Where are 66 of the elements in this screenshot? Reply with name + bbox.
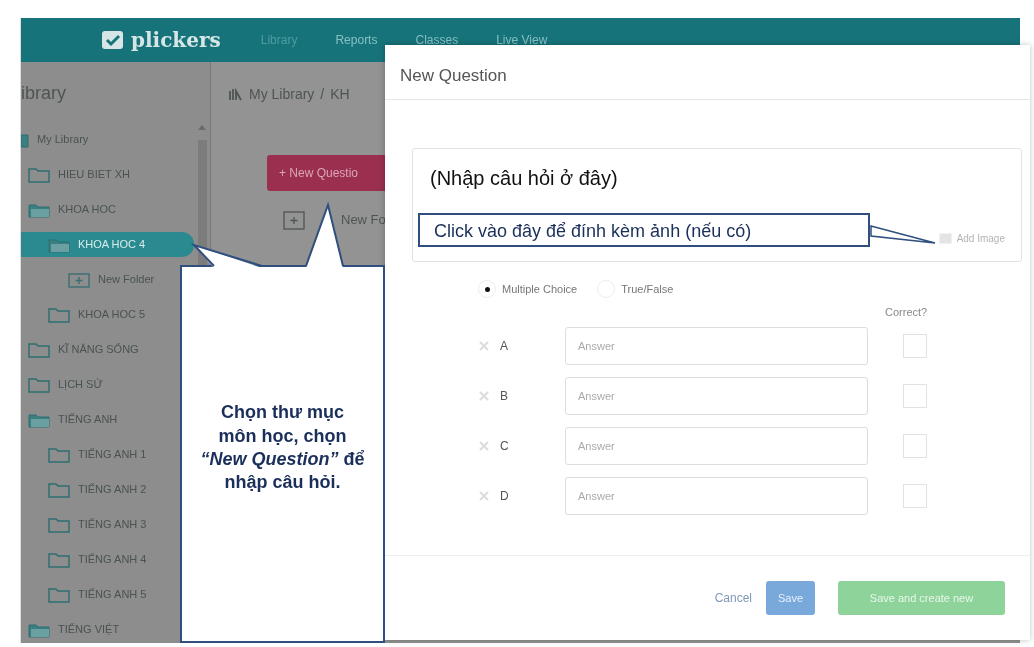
tree-item[interactable]: New Folder <box>21 262 161 297</box>
image-icon <box>938 233 952 244</box>
tree-item[interactable]: KĨ NĂNG SỐNG <box>21 332 145 367</box>
folder-icon <box>48 481 70 498</box>
answer-letter: A <box>500 337 509 355</box>
tree-item[interactable]: My Library <box>21 122 95 157</box>
tree-item[interactable]: TIẾNG ANH 4 <box>21 542 153 577</box>
save-button[interactable]: Save <box>766 581 815 615</box>
leader-line <box>870 225 936 244</box>
sidebar-title: ibrary <box>21 82 66 105</box>
column-heading: Correct? <box>885 305 929 320</box>
cancel-link[interactable]: Cancel <box>714 589 752 607</box>
answer-field[interactable]: Answer <box>565 326 868 365</box>
answer-letter: D <box>500 487 510 505</box>
folder-icon <box>28 376 50 393</box>
tree-item[interactable]: HIEU BIET XH <box>21 157 136 192</box>
tree-item[interactable]: TIẾNG ANH <box>21 402 124 437</box>
folder-icon <box>48 446 70 463</box>
answer-field[interactable]: Answer <box>565 476 868 515</box>
open-folder-icon <box>48 236 70 253</box>
dialog-title: New Question <box>385 45 1030 100</box>
new-folder-link[interactable]: New Fo <box>341 210 386 230</box>
answer-field[interactable]: Answer <box>565 376 868 415</box>
open-folder-icon <box>28 621 50 638</box>
nav-link[interactable]: Reports <box>335 31 378 49</box>
logo-icon <box>101 29 125 51</box>
tree-item[interactable]: TIẾNG ANH 5 <box>21 577 153 612</box>
open-folder-icon <box>28 411 50 428</box>
folder-icon <box>28 341 50 358</box>
save-and-create-new-button[interactable]: Save and create new <box>838 581 1005 615</box>
radio-label: True/False <box>621 281 674 297</box>
correct-checkbox[interactable] <box>903 483 927 508</box>
logo-text: plickers <box>131 27 221 54</box>
answer-letter: C <box>500 437 510 455</box>
open-folder-icon <box>21 131 29 148</box>
new-folder-icon <box>283 209 305 231</box>
tree-item[interactable]: TIẾNG VIỆT <box>21 612 126 643</box>
folder-icon <box>48 586 70 603</box>
tree-item[interactable]: KHOA HOC <box>21 192 123 227</box>
tree-item[interactable]: KHOA HOC 5 <box>21 297 152 332</box>
folder-icon <box>48 306 70 323</box>
question-text: (Nhập câu hỏi ở đây) <box>430 166 619 191</box>
radio-label: Multiple Choice <box>502 281 578 297</box>
correct-checkbox[interactable] <box>903 433 927 458</box>
tree-item[interactable]: TIẾNG ANH 2 <box>21 472 153 507</box>
breadcrumb-separator: / <box>320 85 325 104</box>
folder-icon <box>48 551 70 568</box>
answer-letter: B <box>500 387 509 405</box>
correct-checkbox[interactable] <box>903 333 927 358</box>
new-folder-icon <box>68 271 90 288</box>
add-image-link[interactable]: Add Image <box>938 231 1005 246</box>
open-folder-icon <box>28 201 50 218</box>
answer-field[interactable]: Answer <box>565 426 868 465</box>
breadcrumb-link[interactable]: My Library <box>249 84 315 105</box>
scroll-up-arrow-icon <box>198 124 207 130</box>
callout-text: Chọn thư mục môn học, chọn “New Question” để nhập câu hỏi. <box>200 401 365 495</box>
folder-icon <box>28 166 50 183</box>
new-question-button[interactable]: + New Questio <box>267 155 387 191</box>
tree-item[interactable]: TIẾNG ANH 1 <box>21 437 153 472</box>
correct-checkbox[interactable] <box>903 383 927 408</box>
library-icon <box>229 88 243 101</box>
tree-item[interactable]: TIẾNG ANH 3 <box>21 507 153 542</box>
tree-item[interactable]: LỊCH SỬ <box>21 367 109 402</box>
tree-item[interactable]: KHOA HOC 4 <box>21 232 194 257</box>
folder-icon <box>48 516 70 533</box>
breadcrumb-link[interactable]: KH <box>330 84 350 105</box>
